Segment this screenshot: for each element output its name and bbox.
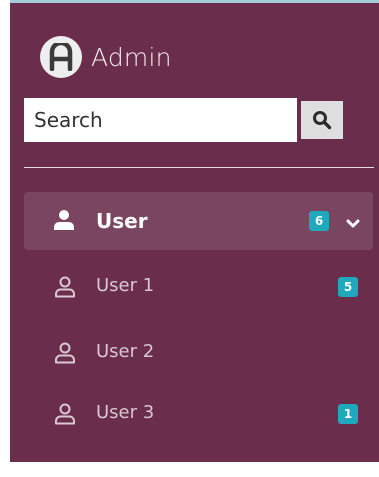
nav-item-user-1[interactable]: User 1 5 <box>24 263 373 311</box>
search-icon <box>313 111 332 130</box>
search-input[interactable] <box>24 98 297 142</box>
nav-item-label: User 2 <box>96 341 155 362</box>
nav-item-user-3[interactable]: User 3 1 <box>24 390 373 438</box>
nav-item-label: User <box>96 209 148 233</box>
count-badge: 5 <box>338 277 358 297</box>
count-badge: 1 <box>338 404 358 424</box>
user-outline-icon <box>54 342 76 368</box>
search-bar <box>24 98 343 142</box>
nav-item-label: User 1 <box>96 275 155 296</box>
brand: Admin <box>40 36 172 78</box>
sidebar: Admin User 6 <box>10 0 379 462</box>
admin-logo-icon <box>40 36 82 78</box>
user-outline-icon <box>54 403 76 429</box>
nav-item-label: User 3 <box>96 402 155 423</box>
nav-item-user[interactable]: User 6 <box>24 192 373 250</box>
nav-item-user-2[interactable]: User 2 <box>24 329 373 377</box>
brand-title: Admin <box>91 42 172 72</box>
user-solid-icon <box>53 209 75 235</box>
chevron-down-icon[interactable] <box>346 214 360 233</box>
divider <box>24 167 374 168</box>
user-outline-icon <box>54 276 76 302</box>
search-button[interactable] <box>301 101 343 139</box>
count-badge: 6 <box>309 211 329 231</box>
